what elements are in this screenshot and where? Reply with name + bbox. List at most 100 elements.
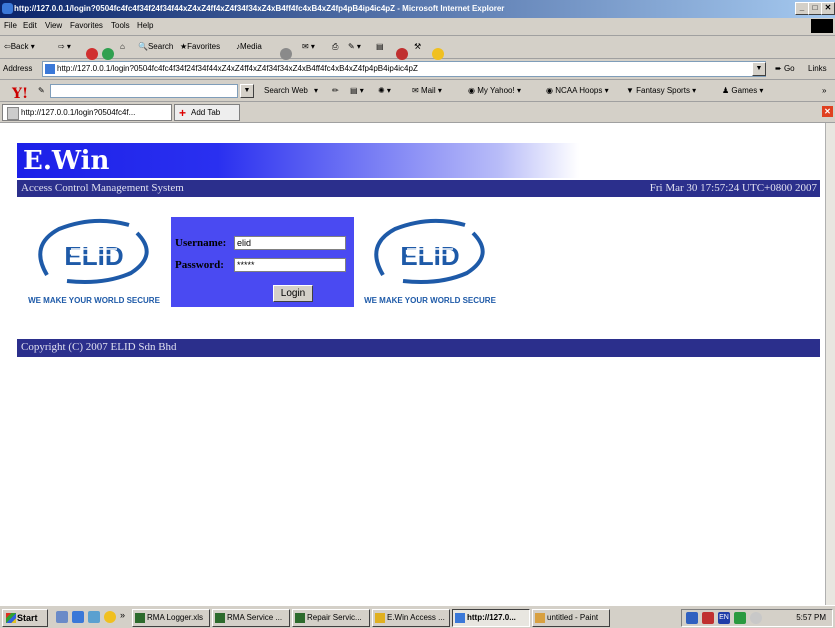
task-rma-logger[interactable]: RMA Logger.xls	[132, 609, 210, 627]
plus-icon: +	[179, 106, 187, 120]
bookmarks-icon[interactable]: ▤ ▾	[350, 86, 364, 95]
quicklaunch-more-chevron[interactable]: »	[120, 610, 125, 620]
links-button[interactable]: Links	[808, 64, 827, 73]
discuss-icon[interactable]: ▤	[376, 42, 384, 51]
window-title: http://127.0.0.1/login?0504fc4fc4f34f24f…	[14, 4, 505, 13]
task-label: untitled - Paint	[547, 613, 599, 622]
ncaa-hoops-button[interactable]: ◉ NCAA Hoops ▾	[546, 86, 609, 95]
show-desktop-icon[interactable]	[56, 611, 68, 623]
standard-toolbar: ⇦Back ▾ ⇨ ▾ ⌂ 🔍Search ★Favorites ♪Media …	[0, 36, 835, 60]
edit-icon[interactable]: ✎ ▾	[348, 42, 361, 51]
back-button[interactable]: ⇦Back ▾	[4, 42, 35, 51]
tab-bar: http://127.0.0.1/login?0504fc4f... + Add…	[0, 102, 835, 123]
back-label: Back	[10, 42, 29, 51]
task-ewin-access[interactable]: E.Win Access ...	[372, 609, 450, 627]
current-datetime: Fri Mar 30 17:57:24 UTC+0800 2007	[649, 182, 817, 194]
windows-logo-icon	[811, 19, 833, 33]
yahoo-search-input[interactable]	[50, 84, 238, 98]
vertical-scrollbar[interactable]	[825, 123, 835, 605]
add-tab-button[interactable]: + Add Tab	[174, 104, 240, 121]
media-button[interactable]: ♪Media	[236, 42, 262, 51]
fantasy-sports-button[interactable]: ▼ Fantasy Sports ▾	[626, 86, 696, 95]
pencil-icon[interactable]: ✎	[38, 86, 45, 95]
elid-logo-left: ELID WE MAKE YOUR WORLD SECURE	[19, 215, 169, 305]
login-form: Username: Password: Login	[171, 217, 354, 307]
internet-explorer-icon	[2, 3, 13, 14]
elid-logo-icon: ELID	[374, 218, 485, 284]
antivirus-icon[interactable]	[702, 612, 714, 624]
yahoo-mail-button[interactable]: ✉ Mail ▾	[412, 86, 442, 95]
ie-quicklaunch-icon[interactable]	[72, 611, 84, 623]
header-banner: E.Win	[17, 143, 820, 178]
search-web-button[interactable]: Search Web	[264, 86, 308, 95]
task-paint[interactable]: untitled - Paint	[532, 609, 610, 627]
yahoo-sun-icon[interactable]: ✺ ▾	[378, 86, 391, 95]
password-field[interactable]	[234, 258, 346, 272]
network-icon[interactable]	[686, 612, 698, 624]
menu-file[interactable]: File	[4, 21, 17, 30]
go-button[interactable]: ➨ Go	[775, 64, 795, 73]
task-ie-active[interactable]: http://127.0...	[452, 609, 530, 627]
task-label: E.Win Access ...	[387, 613, 445, 622]
start-button[interactable]: Start	[2, 609, 48, 627]
menu-help[interactable]: Help	[137, 21, 153, 30]
address-bar: Address http://127.0.0.1/login?0504fc4fc…	[0, 59, 835, 80]
copyright-text: Copyright (C) 2007 ELID Sdn Bhd	[21, 341, 177, 353]
close-window-button[interactable]: ✕	[821, 2, 835, 15]
login-button[interactable]: Login	[273, 285, 313, 302]
menu-favorites[interactable]: Favorites	[70, 21, 103, 30]
system-tray: EN 5:57 PM	[681, 609, 833, 627]
logo-text: ELID	[64, 241, 123, 271]
highlight-icon[interactable]: ✏	[332, 86, 339, 95]
menu-tools[interactable]: Tools	[111, 21, 130, 30]
address-dropdown[interactable]: ▼	[752, 62, 766, 76]
print-icon[interactable]: ⎙	[332, 42, 338, 52]
add-tab-label: Add Tab	[191, 108, 221, 117]
browser-tab-active[interactable]: http://127.0.0.1/login?0504fc4f...	[2, 104, 172, 121]
minimize-button[interactable]: _	[795, 2, 809, 15]
windows-taskbar: Start » RMA Logger.xls RMA Service ... R…	[0, 605, 835, 628]
search-icon: 🔍	[138, 42, 148, 51]
my-yahoo-label: My Yahoo!	[477, 86, 515, 95]
address-field[interactable]: http://127.0.0.1/login?0504fc4fc4f34f24f…	[42, 61, 766, 77]
go-label: Go	[783, 64, 795, 73]
elid-logo-right: ELID WE MAKE YOUR WORLD SECURE	[355, 215, 505, 305]
windows-flag-icon	[6, 613, 16, 623]
my-yahoo-button[interactable]: ◉ My Yahoo! ▾	[468, 86, 521, 95]
task-repair-service[interactable]: Repair Servic...	[292, 609, 370, 627]
home-icon[interactable]: ⌂	[120, 42, 125, 51]
web-page-content: E.Win Access Control Management System F…	[0, 123, 825, 605]
games-button[interactable]: ♟ Games ▾	[722, 86, 763, 95]
yahoo-logo[interactable]: Y!	[12, 86, 28, 102]
menu-view[interactable]: View	[45, 21, 62, 30]
window-title-bar[interactable]: http://127.0.0.1/login?0504fc4fc4f34f24f…	[0, 0, 835, 18]
volume-icon[interactable]	[734, 612, 746, 624]
fantasy-sports-label: Fantasy Sports	[636, 86, 690, 95]
back-arrow-icon: ⇦	[4, 42, 11, 51]
search-button[interactable]: 🔍Search	[138, 42, 173, 51]
mail-icon[interactable]: ✉ ▾	[302, 42, 315, 51]
logo-caption: WE MAKE YOUR WORLD SECURE	[364, 296, 496, 305]
messenger-quicklaunch-icon[interactable]	[104, 611, 116, 623]
menu-edit[interactable]: Edit	[23, 21, 37, 30]
favorites-button[interactable]: ★Favorites	[180, 42, 220, 51]
maximize-button[interactable]: □	[808, 2, 822, 15]
search-web-dropdown[interactable]: ▾	[314, 86, 318, 95]
explorer-quicklaunch-icon[interactable]	[88, 611, 100, 623]
forward-button[interactable]: ⇨ ▾	[58, 42, 71, 51]
task-rma-service[interactable]: RMA Service ...	[212, 609, 290, 627]
close-tab-icon[interactable]: ✕	[822, 106, 833, 117]
research-icon[interactable]: ⚒	[414, 42, 421, 51]
address-url: http://127.0.0.1/login?0504fc4fc4f34f24f…	[57, 64, 418, 73]
username-field[interactable]	[234, 236, 346, 250]
browser-tab-label: http://127.0.0.1/login?0504fc4f...	[21, 108, 136, 117]
excel-icon	[295, 613, 305, 623]
username-label: Username:	[175, 237, 227, 249]
language-indicator[interactable]: EN	[718, 612, 730, 624]
yahoo-toolbar: Y! ✎ ▼ Search Web ▾ ✏ ▤ ▾ ✺ ▾ ✉ Mail ▾ ◉…	[0, 80, 835, 102]
toolbar-more-chevron[interactable]: »	[822, 86, 826, 95]
search-label: Search	[147, 42, 174, 51]
sync-icon[interactable]	[750, 612, 762, 624]
yahoo-search-dropdown[interactable]: ▼	[240, 84, 254, 98]
task-label: RMA Service ...	[227, 613, 283, 622]
